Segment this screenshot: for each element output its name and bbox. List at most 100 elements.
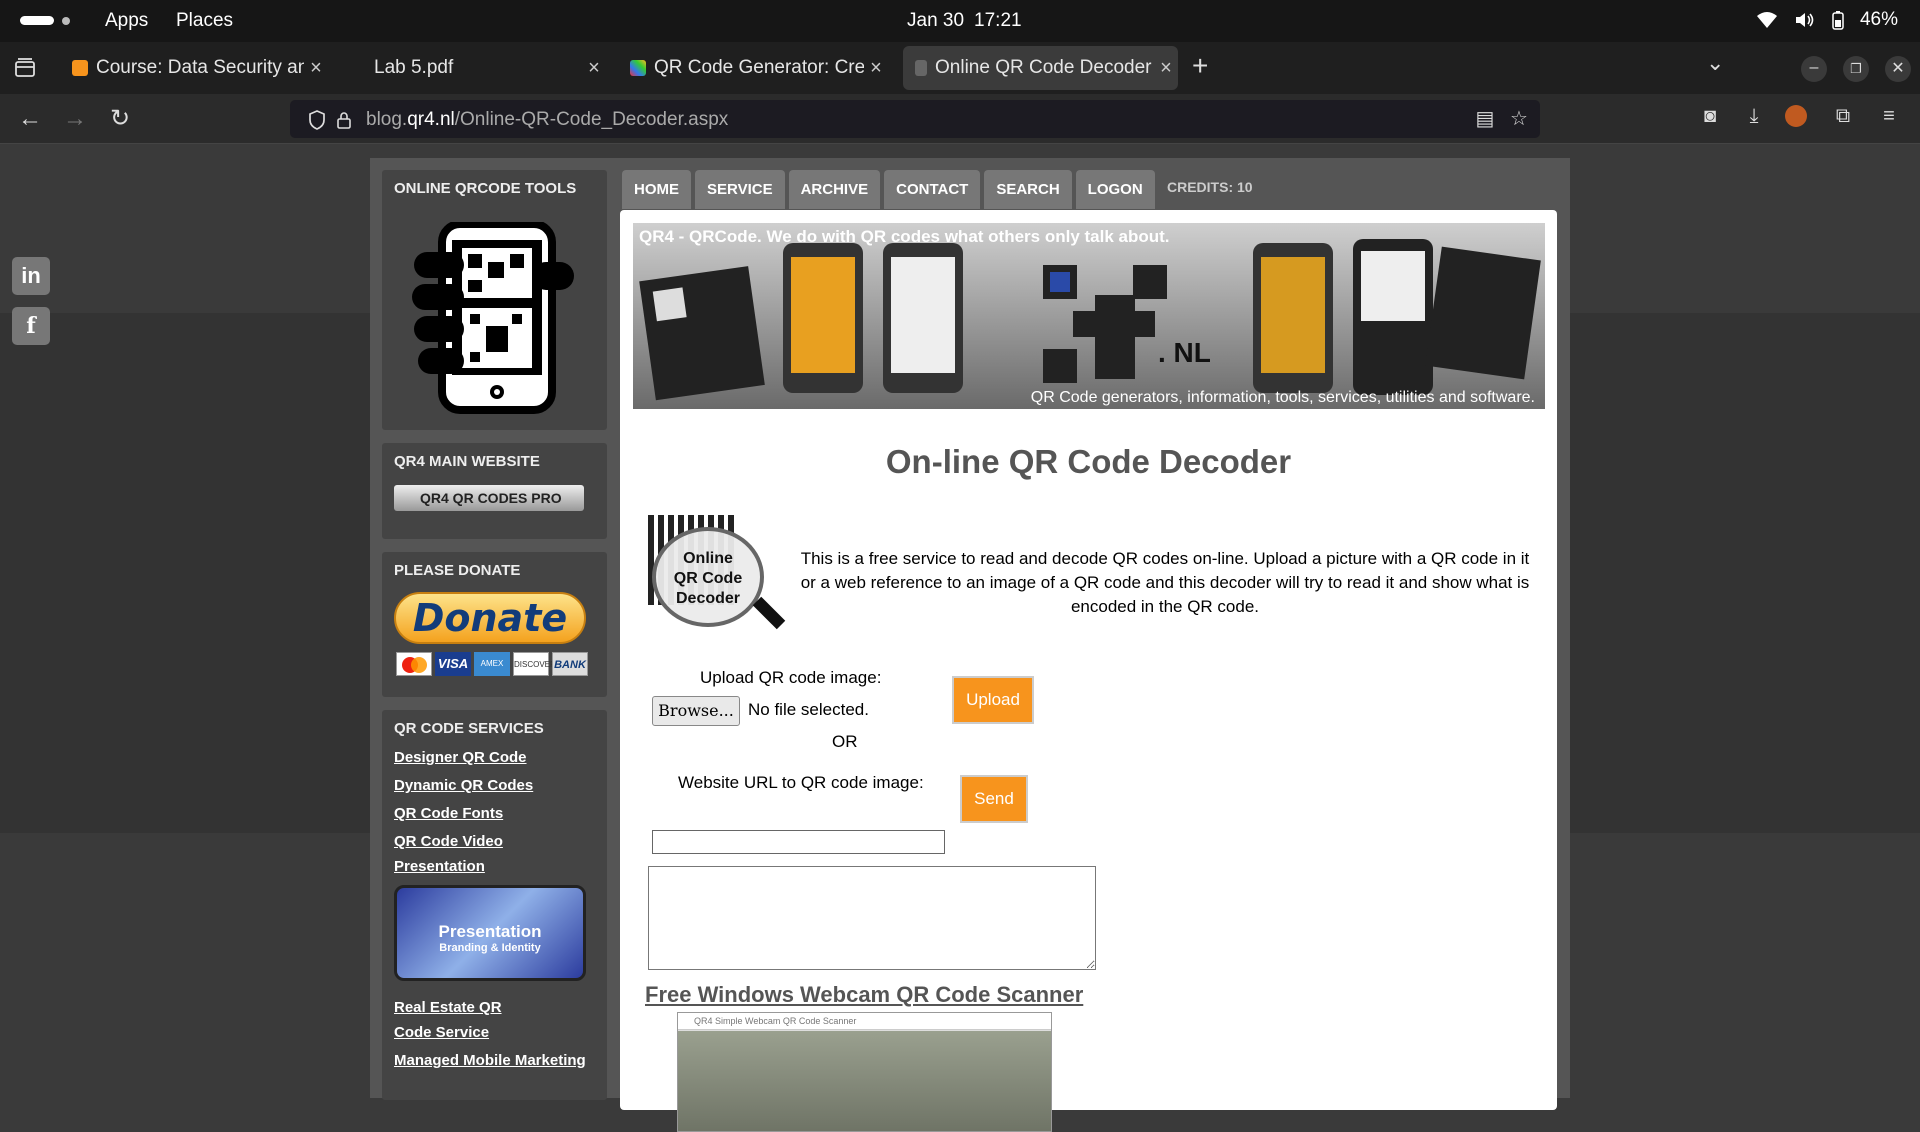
restore-icon[interactable]: ❐ — [1843, 56, 1869, 82]
tab-title: Course: Data Security and — [96, 57, 304, 78]
system-tray[interactable]: 46% — [1756, 9, 1898, 31]
upload-label: Upload QR code image: — [700, 668, 882, 687]
header-banner: QR4 - QRCode. We do with QR codes what o… — [633, 223, 1545, 409]
payment-cards-icons: VISA AMEX DISCOVER BANK — [396, 652, 588, 676]
apps-menu[interactable]: Apps — [105, 10, 148, 32]
tab-qr-generator[interactable]: QR Code Generator: Creat × — [618, 46, 888, 90]
intro-text: This is a free service to read and decod… — [800, 549, 1530, 616]
presentation-promo-image[interactable]: Presentation Branding & Identity — [394, 885, 586, 981]
clock[interactable]: Jan 30 17:21 — [907, 10, 1022, 32]
lock-icon[interactable] — [336, 110, 352, 130]
system-top-bar: Apps Places Jan 30 17:21 46% — [0, 0, 1920, 42]
back-arrow-icon[interactable]: ← — [15, 104, 45, 134]
wifi-icon — [1756, 12, 1777, 28]
tab-bar: Course: Data Security and × Lab 5.pdf × … — [0, 42, 1920, 94]
send-button[interactable]: Send — [960, 775, 1028, 823]
close-icon[interactable]: × — [582, 57, 606, 80]
linkedin-icon[interactable]: in — [12, 257, 50, 295]
tab-course[interactable]: Course: Data Security and × — [60, 46, 328, 90]
promo-title: Presentation — [438, 922, 542, 941]
donate-button[interactable]: Donate — [394, 592, 586, 644]
new-tab-icon[interactable]: + — [1192, 50, 1208, 82]
qr-generator-favicon-icon — [630, 60, 646, 76]
nav-archive[interactable]: ARCHIVE — [788, 170, 881, 209]
menu-hamburger-icon[interactable]: ≡ — [1876, 103, 1902, 129]
bookmark-star-icon[interactable]: ☆ — [1506, 106, 1532, 132]
main-content: QR4 - QRCode. We do with QR codes what o… — [620, 210, 1557, 1132]
download-icon[interactable]: ⤓ — [1741, 103, 1767, 129]
amex-icon: AMEX — [474, 652, 510, 676]
browse-button[interactable]: Browse... — [652, 696, 740, 726]
mastercard-icon — [396, 652, 432, 676]
result-textarea[interactable] — [648, 866, 1096, 970]
link-real-estate-qr-code-service[interactable]: Real Estate QR Code Service — [382, 995, 542, 1045]
nav-service[interactable]: SERVICE — [695, 170, 785, 209]
magnifier-icon: Online QR Code Decoder — [652, 527, 764, 627]
banner-tagline: QR4 - QRCode. We do with QR codes what o… — [639, 227, 1170, 246]
decoder-logo-line3: Decoder — [675, 590, 741, 607]
extensions-puzzle-icon[interactable]: ⧉ — [1830, 103, 1856, 129]
workspace-indicator[interactable] — [20, 16, 54, 25]
banner-subtitle: QR Code generators, information, tools, … — [1030, 389, 1535, 406]
tab-lab5[interactable]: Lab 5.pdf × — [362, 46, 606, 90]
reload-icon[interactable]: ↻ — [105, 104, 135, 134]
sidebar-main-website-box: QR4 MAIN WEBSITE QR4 QR CODES PRO — [382, 443, 607, 539]
promo-subtitle: Branding & Identity — [439, 942, 541, 954]
url-subdomain: blog. — [366, 109, 408, 130]
webcam-window-title: QR4 Simple Webcam QR Code Scanner — [678, 1013, 1051, 1030]
sidebar-donate-box: PLEASE DONATE Donate VISA AMEX DISCOVER … — [382, 552, 607, 697]
tab-title: Lab 5.pdf — [374, 57, 454, 78]
reader-view-icon[interactable]: ▤ — [1472, 106, 1498, 132]
close-icon[interactable]: × — [304, 57, 328, 80]
close-icon[interactable]: × — [864, 57, 888, 80]
url-text: blog.qr4.nl/Online-QR-Code_Decoder.aspx — [366, 109, 728, 131]
extension-avatar-icon[interactable] — [1785, 105, 1807, 127]
navigation-toolbar: ← → ↻ blog.qr4.nl/Online-QR-Code_Decoder… — [0, 94, 1920, 144]
visa-icon: VISA — [435, 652, 471, 676]
upload-button[interactable]: Upload — [952, 676, 1034, 724]
tab-overview-icon[interactable] — [14, 58, 36, 78]
tab-qr-decoder[interactable]: Online QR Code Decoder × — [903, 46, 1178, 90]
qr4-phone-logo-icon[interactable] — [412, 222, 577, 414]
qr4-qr-codes-pro-logo[interactable]: QR4 QR CODES PRO — [394, 485, 584, 511]
volume-icon — [1795, 13, 1814, 27]
nav-home[interactable]: HOME — [622, 170, 691, 209]
tab-list-chevron-down-icon[interactable]: ⌄ — [1706, 50, 1724, 76]
close-window-icon[interactable]: ✕ — [1885, 56, 1911, 82]
or-separator: OR — [832, 732, 858, 751]
places-menu[interactable]: Places — [176, 10, 233, 32]
date: Jan 30 — [907, 10, 965, 31]
link-managed-mobile-marketing[interactable]: Managed Mobile Marketing — [382, 1048, 607, 1073]
banner-brand: . NL — [1158, 337, 1211, 368]
url-domain: qr4.nl — [407, 109, 455, 130]
minimize-icon[interactable]: – — [1801, 56, 1827, 82]
course-favicon-icon — [72, 60, 88, 76]
magnifier-handle-icon — [752, 596, 786, 630]
image-url-input[interactable] — [652, 830, 945, 854]
link-qr-code-fonts[interactable]: QR Code Fonts — [382, 801, 607, 826]
workspace-dot[interactable] — [62, 17, 70, 25]
link-designer-qr-code[interactable]: Designer QR Code — [382, 745, 607, 770]
webcam-scanner-link[interactable]: Free Windows Webcam QR Code Scanner — [645, 982, 1083, 1008]
bank-icon: BANK — [552, 652, 588, 676]
shield-icon[interactable] — [308, 110, 326, 130]
address-bar[interactable]: blog.qr4.nl/Online-QR-Code_Decoder.aspx … — [290, 100, 1540, 138]
nav-search[interactable]: SEARCH — [984, 170, 1072, 209]
forward-arrow-icon[interactable]: → — [60, 104, 90, 134]
link-qr-code-video-presentation[interactable]: QR Code Video Presentation — [382, 829, 522, 879]
sidebar-donate-title: PLEASE DONATE — [394, 562, 521, 579]
battery-icon — [1832, 11, 1844, 30]
sidebar-services-box: QR CODE SERVICES Designer QR Code Dynami… — [382, 710, 607, 1100]
pocket-icon[interactable]: ◙ — [1697, 103, 1723, 129]
nav-logon[interactable]: LOGON — [1075, 170, 1155, 209]
time: 17:21 — [974, 10, 1022, 31]
webcam-scanner-screenshot[interactable]: QR4 Simple Webcam QR Code Scanner — [677, 1012, 1052, 1132]
banner-qr-phones-image — [639, 239, 1541, 401]
tab-title: QR Code Generator: Creat — [654, 57, 864, 78]
facebook-icon[interactable]: f — [12, 307, 50, 345]
credits-label: CREDITS: 10 — [1167, 179, 1253, 195]
decoder-logo-line2: QR Code — [673, 570, 743, 587]
nav-contact[interactable]: CONTACT — [884, 170, 981, 209]
link-dynamic-qr-codes[interactable]: Dynamic QR Codes — [382, 773, 607, 798]
close-icon[interactable]: × — [1154, 57, 1178, 80]
